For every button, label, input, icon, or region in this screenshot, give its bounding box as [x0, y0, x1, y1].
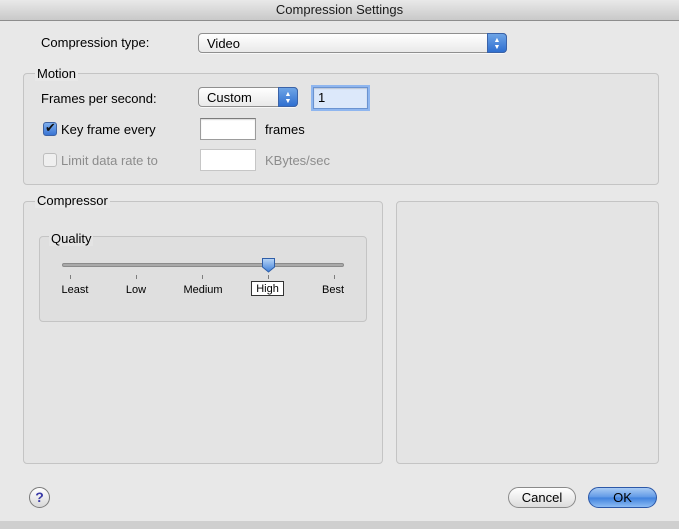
ok-button[interactable]: OK	[588, 487, 657, 508]
limit-data-rate-checkbox[interactable]	[43, 153, 57, 167]
popup-arrows-icon: ▲ ▼	[278, 87, 298, 107]
fps-label: Frames per second:	[41, 91, 157, 106]
quality-tick	[136, 275, 137, 279]
keyframe-unit-label: frames	[265, 122, 305, 137]
quality-tick	[70, 275, 71, 279]
keyframe-input[interactable]	[200, 118, 256, 140]
compression-type-popup[interactable]: Video ▲ ▼	[198, 33, 507, 53]
compressor-group-title: Compressor	[35, 193, 110, 208]
compressor-options-panel	[396, 201, 659, 464]
quality-group	[39, 236, 367, 322]
quality-level-medium: Medium	[183, 284, 223, 296]
popup-arrows-icon: ▲ ▼	[487, 33, 507, 53]
background-window-edge	[0, 521, 679, 529]
quality-level-least: Least	[61, 284, 89, 296]
window-title: Compression Settings	[275, 2, 404, 17]
keyframe-checkbox[interactable]: ✔	[43, 120, 57, 136]
quality-group-title: Quality	[49, 231, 94, 246]
quality-tick	[268, 275, 269, 279]
help-button[interactable]: ?	[29, 487, 50, 508]
quality-level-high-selected: High	[251, 281, 284, 296]
quality-level-low: Low	[125, 284, 147, 296]
window-title-bar: Compression Settings	[0, 0, 679, 21]
limit-data-rate-input[interactable]	[200, 149, 256, 171]
fps-mode-popup[interactable]: Custom ▲ ▼	[198, 87, 298, 107]
limit-data-rate-label: Limit data rate to	[61, 153, 158, 168]
motion-group-title: Motion	[35, 66, 79, 81]
quality-level-best: Best	[321, 284, 344, 296]
compression-type-value: Video	[207, 36, 241, 51]
quality-slider-knob[interactable]	[261, 257, 276, 273]
quality-slider-track[interactable]	[62, 263, 344, 267]
checkmark-icon: ✔	[45, 120, 56, 135]
fps-mode-value: Custom	[207, 90, 252, 105]
cancel-button[interactable]: Cancel	[508, 487, 576, 508]
keyframe-label: Key frame every	[61, 122, 156, 137]
fps-input[interactable]: 1	[313, 87, 368, 109]
fps-input-value: 1	[318, 90, 326, 105]
compression-type-label: Compression type:	[41, 35, 150, 50]
help-icon: ?	[35, 489, 44, 505]
ok-button-label: OK	[613, 490, 632, 505]
cancel-button-label: Cancel	[521, 490, 563, 505]
limit-data-rate-unit-label: KBytes/sec	[265, 153, 331, 168]
quality-tick	[334, 275, 335, 279]
quality-tick	[202, 275, 203, 279]
